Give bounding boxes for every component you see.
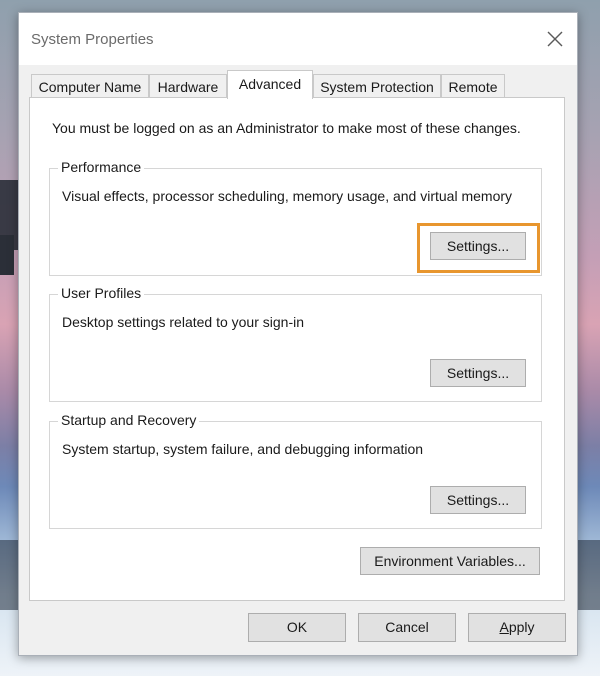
startup-recovery-settings-button[interactable]: Settings... [430, 486, 526, 514]
tab-remote[interactable]: Remote [441, 74, 505, 98]
startup-recovery-label: Startup and Recovery [58, 412, 200, 428]
window-title: System Properties [31, 31, 154, 48]
startup-recovery-description: System startup, system failure, and debu… [62, 441, 424, 457]
system-properties-dialog: System Properties Computer Name Hardware… [18, 12, 578, 656]
tab-computer-name[interactable]: Computer Name [31, 74, 149, 98]
performance-label: Performance [58, 159, 145, 175]
admin-note: You must be logged on as an Administrato… [52, 120, 521, 136]
tab-advanced[interactable]: Advanced [227, 70, 313, 99]
close-icon[interactable] [543, 27, 567, 51]
background-tree-trunk [0, 235, 14, 275]
ok-button[interactable]: OK [248, 613, 346, 642]
advanced-tab-panel: You must be logged on as an Administrato… [29, 97, 565, 601]
title-bar[interactable]: System Properties [19, 13, 577, 65]
tab-hardware[interactable]: Hardware [149, 74, 227, 98]
tab-system-protection[interactable]: System Protection [313, 74, 441, 98]
user-profiles-group: User Profiles Desktop settings related t… [49, 285, 542, 402]
environment-variables-button[interactable]: Environment Variables... [360, 547, 540, 575]
user-profiles-settings-button[interactable]: Settings... [430, 359, 526, 387]
user-profiles-description: Desktop settings related to your sign-in [62, 314, 305, 330]
performance-group: Performance Visual effects, processor sc… [49, 159, 542, 276]
startup-recovery-group: Startup and Recovery System startup, sys… [49, 412, 542, 529]
apply-button[interactable]: Apply [468, 613, 566, 642]
user-profiles-label: User Profiles [58, 285, 145, 301]
performance-description: Visual effects, processor scheduling, me… [62, 188, 513, 204]
cancel-button[interactable]: Cancel [358, 613, 456, 642]
performance-settings-button[interactable]: Settings... [430, 232, 526, 260]
